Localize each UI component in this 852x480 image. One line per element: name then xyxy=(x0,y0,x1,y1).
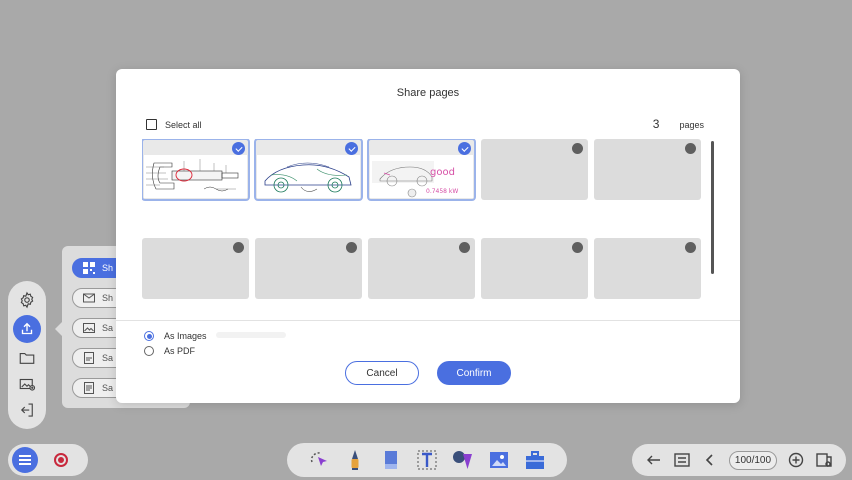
as-pdf-label: As PDF xyxy=(164,346,196,356)
unselected-dot-icon[interactable] xyxy=(685,242,696,253)
upload-icon[interactable] xyxy=(13,315,41,343)
page-navigation: 100/100 xyxy=(632,444,846,476)
submenu-label: Sh xyxy=(102,263,114,273)
car-drawing: good 0.7458 kW xyxy=(370,155,473,198)
as-images-label: As Images xyxy=(164,331,207,341)
submenu-label: Sa xyxy=(102,323,114,333)
page-thumbnail-1[interactable] xyxy=(142,139,250,201)
page-thumbnail-7[interactable] xyxy=(255,238,362,299)
confirm-button[interactable]: Confirm xyxy=(437,361,511,385)
record-icon[interactable] xyxy=(54,453,68,467)
selected-page-count: 3 pages xyxy=(653,117,704,131)
doc-icon xyxy=(84,382,94,394)
dialog-title: Share pages xyxy=(396,87,460,99)
shapes-icon[interactable] xyxy=(451,448,475,472)
page-overview-icon[interactable] xyxy=(815,451,833,469)
previous-page-icon[interactable] xyxy=(701,451,719,469)
page-thumbnail-8[interactable] xyxy=(368,238,475,299)
page-thumbnail-2[interactable] xyxy=(254,139,363,201)
select-all-checkbox[interactable] xyxy=(146,119,157,130)
unselected-dot-icon[interactable] xyxy=(572,242,583,253)
unselected-dot-icon[interactable] xyxy=(685,143,696,154)
selected-check-icon[interactable] xyxy=(458,142,471,155)
divider xyxy=(116,320,740,321)
option-as-pdf[interactable]: As PDF xyxy=(144,346,195,356)
text-tool-icon[interactable] xyxy=(415,448,439,472)
thumbnail-scrollbar[interactable] xyxy=(711,141,714,274)
select-all-label: Select all xyxy=(165,119,202,130)
bottom-left-controls xyxy=(8,444,88,476)
unselected-dot-icon[interactable] xyxy=(459,242,470,253)
page-counter[interactable]: 100/100 xyxy=(728,450,778,470)
image-icon xyxy=(83,323,95,333)
share-pages-dialog: Share pages Select all 3 pages good 0.74… xyxy=(116,69,740,403)
unselected-dot-icon[interactable] xyxy=(346,242,357,253)
page-thumbnail-4[interactable] xyxy=(481,139,588,200)
undo-icon[interactable] xyxy=(645,451,663,469)
annotation-value: 0.7458 kW xyxy=(426,188,458,195)
add-page-icon[interactable] xyxy=(787,451,805,469)
mail-icon xyxy=(83,293,95,303)
left-toolbar xyxy=(8,281,46,429)
annotation-good: good xyxy=(430,167,455,178)
unselected-dot-icon[interactable] xyxy=(572,143,583,154)
toolbox-icon[interactable] xyxy=(523,448,547,472)
pdf-icon xyxy=(84,352,94,364)
pen-icon[interactable] xyxy=(343,448,367,472)
insert-picture-icon[interactable] xyxy=(487,448,511,472)
select-all-toggle[interactable]: Select all xyxy=(146,119,202,130)
image-add-icon[interactable] xyxy=(13,373,41,395)
exit-icon[interactable] xyxy=(13,399,41,421)
submenu-label: Sh xyxy=(102,293,114,303)
drawing-toolbar xyxy=(287,443,567,477)
folder-icon[interactable] xyxy=(13,347,41,369)
page-thumbnail-10[interactable] xyxy=(594,238,701,299)
page-thumbnail-3[interactable]: good 0.7458 kW xyxy=(367,139,476,201)
page-thumbnail-5[interactable] xyxy=(594,139,701,200)
option-as-images[interactable]: As Images xyxy=(144,331,207,341)
submenu-label: Sa xyxy=(102,353,114,363)
gear-icon[interactable] xyxy=(13,289,41,311)
lasso-select-icon[interactable] xyxy=(307,448,331,472)
page-thumbnail-grid: good 0.7458 kW xyxy=(142,139,704,320)
blurred-text xyxy=(216,332,286,338)
micrometer-diagram xyxy=(144,155,247,198)
as-images-radio[interactable] xyxy=(144,331,154,341)
selected-count: 3 xyxy=(652,117,660,131)
count-unit: pages xyxy=(679,120,704,130)
page-thumbnail-9[interactable] xyxy=(481,238,588,299)
cancel-button[interactable]: Cancel xyxy=(345,361,419,385)
qr-code-icon xyxy=(83,262,95,274)
page-settings-icon[interactable] xyxy=(673,451,691,469)
page-thumbnail-6[interactable] xyxy=(142,238,249,299)
car-sketch xyxy=(257,155,360,198)
as-pdf-radio[interactable] xyxy=(144,346,154,356)
unselected-dot-icon[interactable] xyxy=(233,242,244,253)
eraser-icon[interactable] xyxy=(379,448,403,472)
selected-check-icon[interactable] xyxy=(232,142,245,155)
submenu-label: Sa xyxy=(102,383,114,393)
selected-check-icon[interactable] xyxy=(345,142,358,155)
menu-icon[interactable] xyxy=(12,447,38,473)
